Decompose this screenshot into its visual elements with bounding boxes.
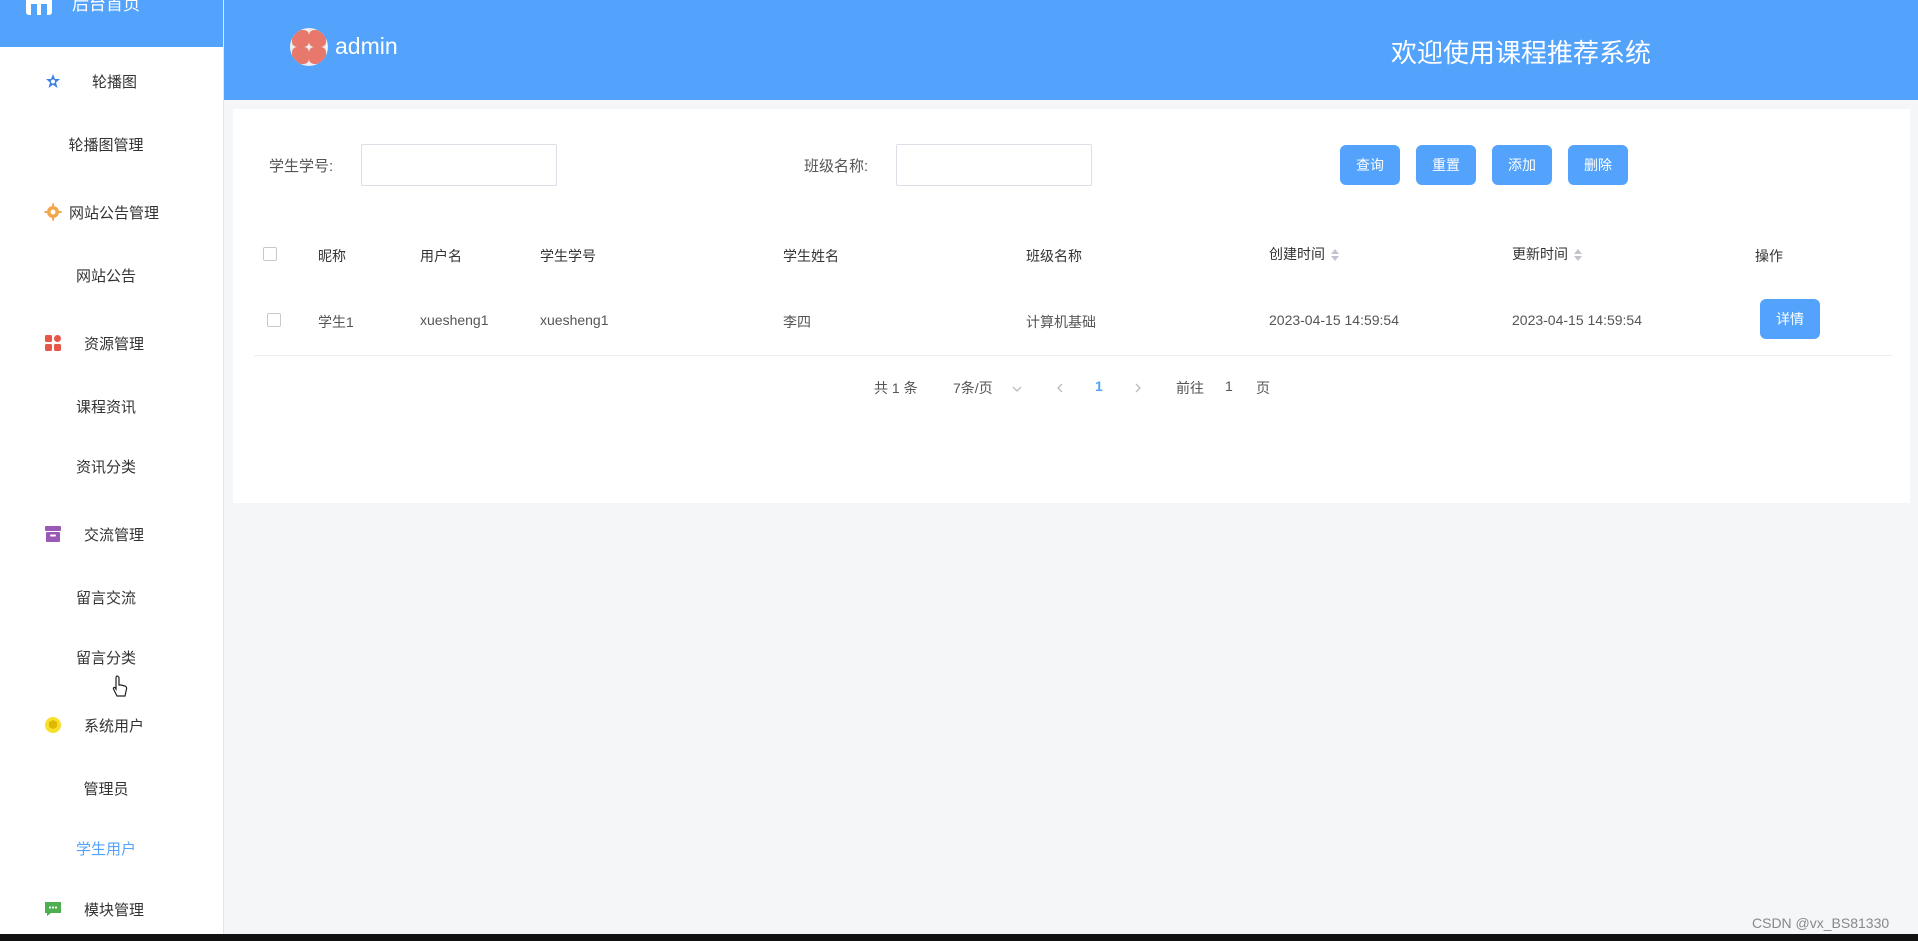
- archive-icon: [44, 525, 62, 543]
- cell-created: 2023-04-15 14:59:54: [1269, 312, 1399, 328]
- sidebar-group-label: 模块管理: [84, 901, 145, 919]
- column-header-student-no: 学生学号: [540, 248, 596, 264]
- goto-label: 前往: [1176, 380, 1204, 396]
- add-button[interactable]: 添加: [1492, 145, 1552, 185]
- next-page-icon[interactable]: [1134, 380, 1142, 396]
- sidebar-item-carousel-manage[interactable]: 轮播图管理: [0, 134, 212, 155]
- student-no-label: 学生学号:: [269, 158, 334, 175]
- sidebar-group-label: 系统用户: [84, 717, 145, 735]
- reset-button[interactable]: 重置: [1416, 145, 1476, 185]
- row-divider: [254, 355, 1892, 356]
- prev-page-icon[interactable]: [1056, 380, 1064, 396]
- watermark: CSDN @vx_BS81330: [1752, 915, 1890, 931]
- cell-updated: 2023-04-15 14:59:54: [1512, 312, 1642, 328]
- sidebar-group-modules[interactable]: 模块管理: [0, 895, 223, 923]
- column-header-nickname: 昵称: [318, 248, 346, 264]
- cell-student-no: xuesheng1: [540, 312, 609, 328]
- column-header-class-name: 班级名称: [1026, 248, 1082, 264]
- class-name-label: 班级名称:: [804, 158, 869, 175]
- delete-button[interactable]: 删除: [1568, 145, 1628, 185]
- sidebar-item-students[interactable]: 学生用户: [0, 838, 212, 859]
- sidebar-item-messages[interactable]: 留言交流: [0, 587, 212, 608]
- sidebar-item-news-category[interactable]: 资讯分类: [0, 456, 212, 477]
- sidebar-group-label: 轮播图: [92, 73, 138, 91]
- column-header-updated-label: 更新时间: [1512, 246, 1568, 262]
- sidebar-group-label: 资源管理: [84, 335, 145, 353]
- sidebar-home[interactable]: 后台首页: [0, 0, 223, 47]
- column-header-created-label: 创建时间: [1269, 246, 1325, 262]
- column-header-username: 用户名: [420, 248, 462, 264]
- class-name-input[interactable]: [896, 144, 1092, 186]
- cell-student-name: 李四: [783, 314, 811, 330]
- top-header: admin 欢迎使用课程推荐系统: [224, 0, 1918, 100]
- column-header-student-name: 学生姓名: [783, 248, 839, 264]
- sort-icon[interactable]: [1574, 249, 1582, 262]
- column-header-actions: 操作: [1755, 248, 1783, 264]
- query-button[interactable]: 查询: [1340, 145, 1400, 185]
- gear-icon: [44, 203, 62, 221]
- sort-icon[interactable]: [1331, 249, 1339, 262]
- cell-class-name: 计算机基础: [1026, 314, 1096, 330]
- cell-nickname: 学生1: [318, 314, 354, 330]
- chevron-down-icon[interactable]: [1012, 380, 1022, 396]
- avatar[interactable]: [290, 28, 328, 66]
- chat-icon: [44, 900, 62, 918]
- page-number[interactable]: 1: [1095, 378, 1103, 394]
- sidebar-group-resources[interactable]: 资源管理: [0, 329, 223, 357]
- sidebar-group-announcement[interactable]: 网站公告管理: [0, 198, 223, 226]
- sidebar-group-carousel[interactable]: 轮播图: [0, 67, 223, 95]
- select-all-checkbox[interactable]: [263, 247, 277, 261]
- page-suffix: 页: [1256, 380, 1270, 396]
- sidebar: 后台首页 轮播图 轮播图管理 网站公告管理 网站公告 资源管理 课程资讯 资讯分…: [0, 0, 224, 934]
- main-content: 学生学号: 班级名称: 查询 重置 添加 删除 昵称 用户名 学生学号 学生姓名…: [233, 109, 1910, 503]
- bottom-bar: [0, 934, 1918, 941]
- cube-icon: [44, 716, 62, 734]
- hand-cursor-icon: [112, 675, 128, 697]
- sidebar-group-communication[interactable]: 交流管理: [0, 520, 223, 548]
- sidebar-group-label: 网站公告管理: [69, 204, 160, 222]
- goto-input[interactable]: 1: [1225, 378, 1233, 394]
- pagination-total: 共 1 条: [874, 380, 918, 396]
- star-icon: [44, 72, 62, 90]
- grid-icon: [44, 334, 62, 352]
- sidebar-group-system-users[interactable]: 系统用户: [0, 711, 223, 739]
- sidebar-item-message-category[interactable]: 留言分类: [0, 647, 212, 668]
- sidebar-item-announcement[interactable]: 网站公告: [0, 265, 212, 286]
- sidebar-home-label: 后台首页: [72, 0, 140, 14]
- student-no-input[interactable]: [361, 144, 557, 186]
- row-checkbox[interactable]: [267, 313, 281, 327]
- sidebar-item-course-news[interactable]: 课程资讯: [0, 396, 212, 417]
- column-header-created[interactable]: 创建时间: [1269, 244, 1339, 264]
- sidebar-item-admins[interactable]: 管理员: [0, 778, 212, 799]
- home-icon: [26, 0, 52, 15]
- header-username: admin: [335, 33, 398, 59]
- cell-username: xuesheng1: [420, 312, 489, 328]
- page-size-select[interactable]: 7条/页: [953, 378, 993, 398]
- column-header-updated[interactable]: 更新时间: [1512, 244, 1582, 264]
- page-title: 欢迎使用课程推荐系统: [1391, 38, 1652, 68]
- detail-button[interactable]: 详情: [1760, 299, 1820, 339]
- sidebar-group-label: 交流管理: [84, 526, 145, 544]
